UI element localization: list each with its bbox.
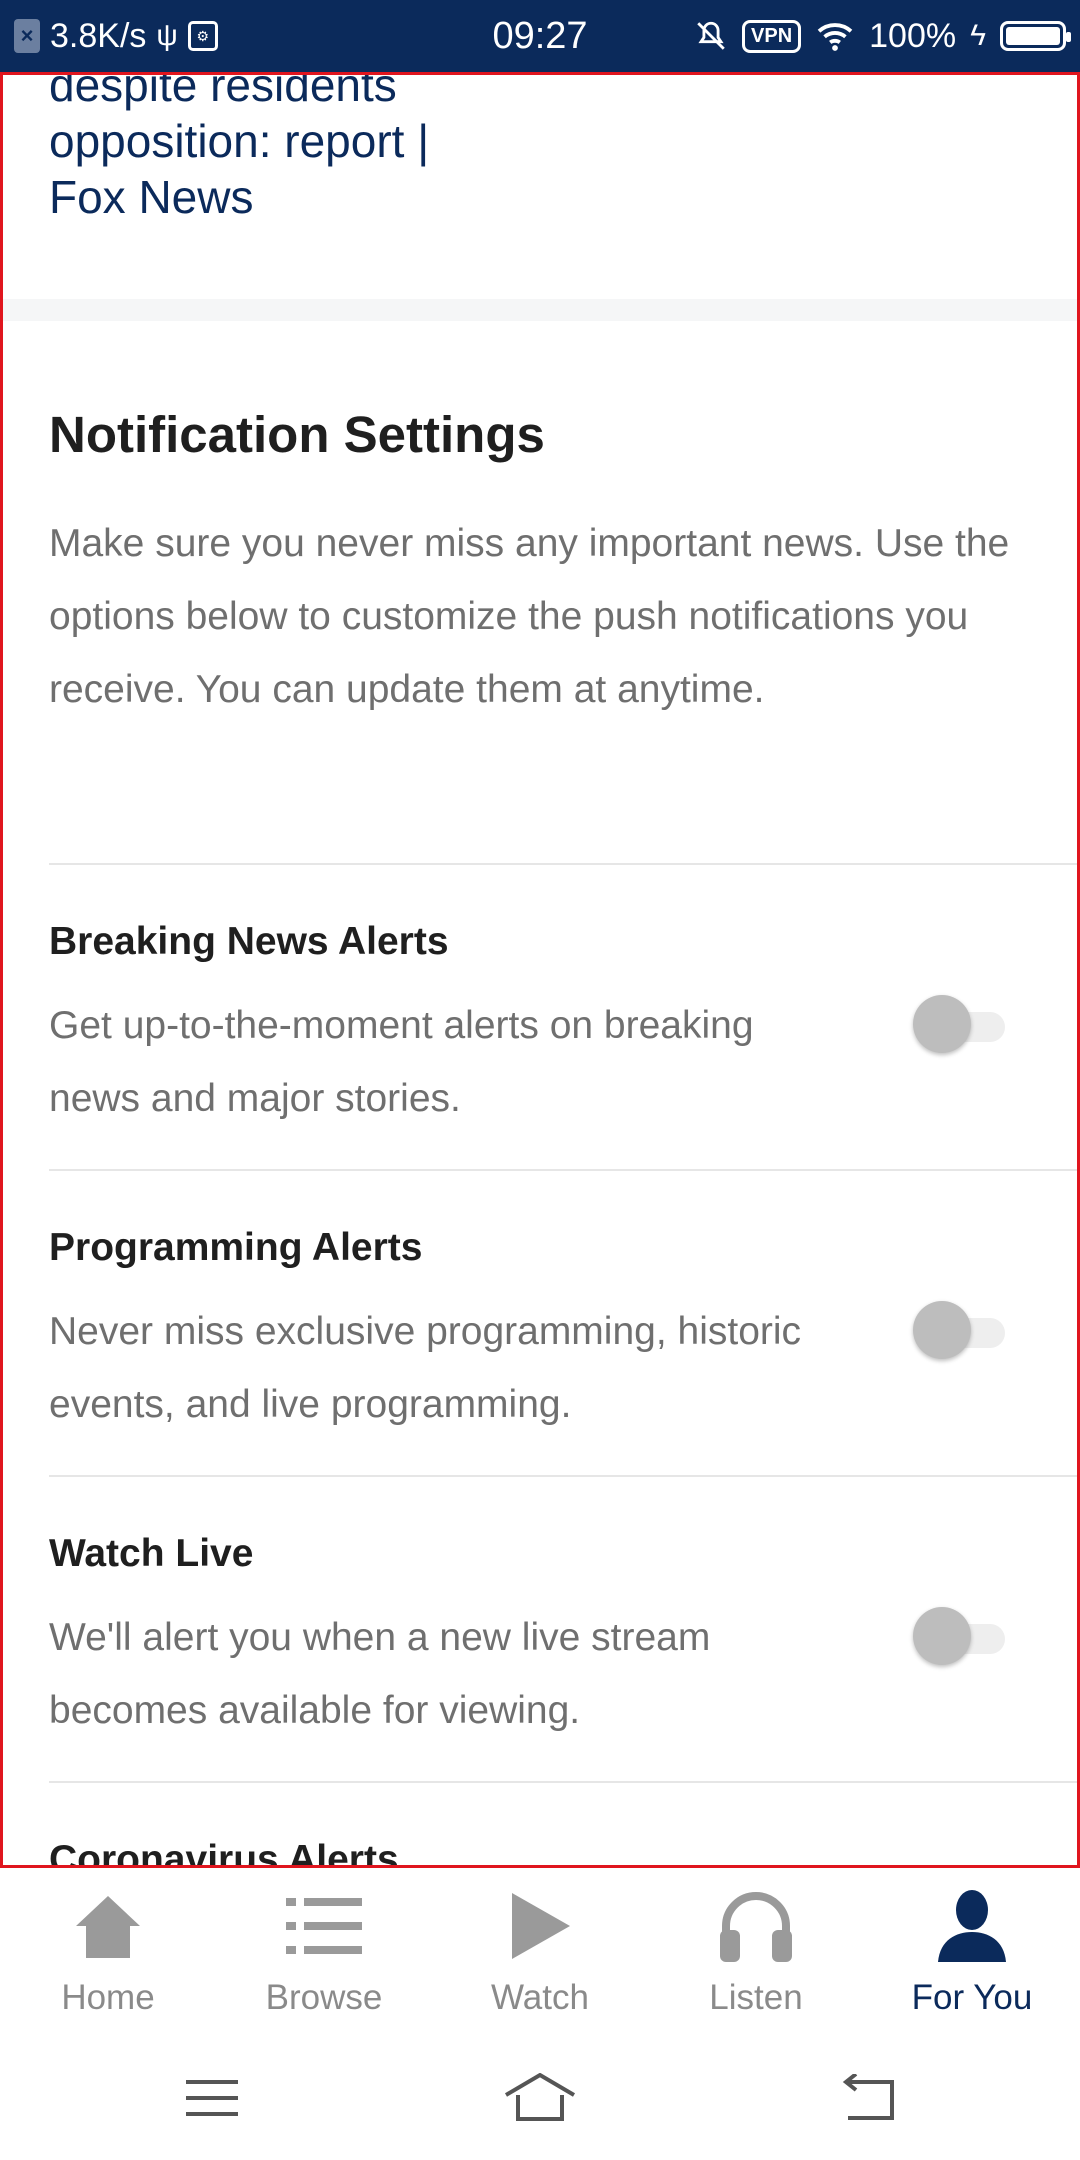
article-title[interactable]: despite residents opposition: report | F… [49,72,549,225]
tab-label: Watch [491,1978,589,2017]
tab-browse[interactable]: Browse [216,1868,432,2028]
setting-row-watch-live: Watch Live We'll alert you when a new li… [49,1475,1077,1781]
setting-row-coronavirus: Coronavirus Alerts [49,1781,1077,1868]
play-icon [432,1886,648,1966]
article-title-line: opposition: report | [49,115,430,167]
tab-for-you[interactable]: For You [864,1868,1080,2028]
battery-icon [1000,21,1071,51]
tab-home[interactable]: Home [0,1868,216,2028]
vpn-badge: VPN [742,19,802,53]
mute-bell-icon [697,21,725,50]
home-icon [0,1886,216,1966]
programming-toggle[interactable] [913,1299,1009,1359]
home-outline-icon [504,2073,576,2121]
back-icon [842,2074,894,2120]
setting-row-breaking-news: Breaking News Alerts Get up-to-the-momen… [49,863,1077,1169]
section-intro: Make sure you never miss any important n… [49,522,1010,711]
bottom-tab-bar: Home Browse Watch Listen For You [0,1868,1080,2028]
wifi-icon [817,23,853,51]
setting-row-programming: Programming Alerts Never miss exclusive … [49,1169,1077,1475]
setting-description: Get up-to-the-moment alerts on breaking … [49,1004,754,1120]
person-icon [864,1886,1080,1966]
article-title-line: despite residents [49,72,397,111]
back-button[interactable] [830,2058,910,2138]
system-navigation-bar [0,2028,1080,2160]
charging-icon: ϟ [970,19,986,52]
tab-label: Browse [265,1978,383,2017]
headphones-icon [648,1886,864,1966]
menu-button[interactable] [172,2058,252,2138]
setting-label: Watch Live [49,1532,254,1575]
tab-label: For You [911,1978,1033,2017]
setting-label: Programming Alerts [49,1226,423,1269]
section-title: Notification Settings [49,406,545,463]
menu-icon [186,2080,238,2116]
section-divider [3,299,1077,321]
status-right: VPN 100% ϟ [694,0,1071,72]
setting-label: Breaking News Alerts [49,920,449,963]
toggle-knob [913,1301,971,1359]
status-bar: × 3.8K/s ψ ⚙ 09:27 VPN 100% ϟ [0,0,1080,72]
watch-live-toggle[interactable] [913,1605,1009,1665]
tab-label: Home [61,1978,155,2017]
tab-listen[interactable]: Listen [648,1868,864,2028]
tab-watch[interactable]: Watch [432,1868,648,2028]
list-icon [216,1886,432,1966]
setting-description: Never miss exclusive programming, histor… [49,1310,802,1426]
home-button[interactable] [500,2058,580,2138]
setting-label: Coronavirus Alerts [49,1838,399,1868]
content-area: despite residents opposition: report | F… [0,72,1080,1868]
battery-percent: 100% [869,16,957,55]
toggle-knob [913,995,971,1053]
article-title-line: Fox News [49,171,254,223]
tab-label: Listen [709,1978,803,2017]
toggle-knob [913,1607,971,1665]
setting-description: We'll alert you when a new live stream b… [49,1616,711,1732]
breaking-news-toggle[interactable] [913,993,1009,1053]
